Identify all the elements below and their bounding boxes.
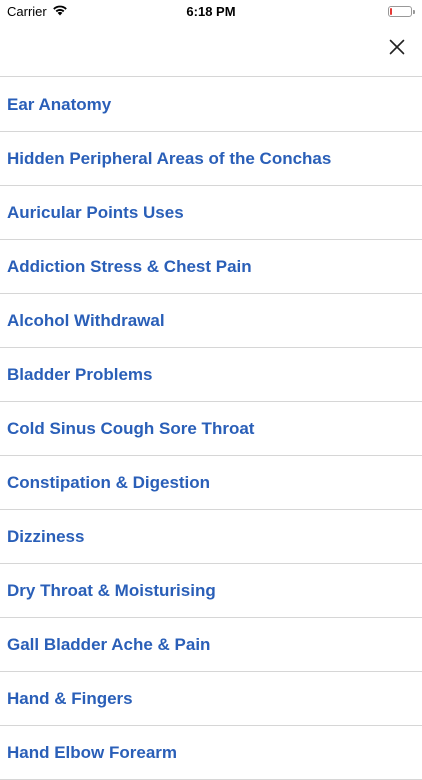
list-item[interactable]: Alcohol Withdrawal bbox=[0, 294, 422, 348]
topic-list: Ear Anatomy Hidden Peripheral Areas of th… bbox=[0, 78, 422, 780]
list-item[interactable]: Constipation & Digestion bbox=[0, 456, 422, 510]
list-item[interactable]: Hand & Fingers bbox=[0, 672, 422, 726]
wifi-icon bbox=[52, 4, 68, 19]
list-item[interactable]: Dizziness bbox=[0, 510, 422, 564]
status-time: 6:18 PM bbox=[186, 3, 236, 19]
nav-bar bbox=[0, 22, 422, 77]
list-item[interactable]: Auricular Points Uses bbox=[0, 186, 422, 240]
status-left: Carrier bbox=[7, 4, 68, 19]
status-bar: Carrier 6:18 PM bbox=[0, 0, 422, 22]
carrier-label: Carrier bbox=[7, 3, 47, 19]
list-item[interactable]: Addiction Stress & Chest Pain bbox=[0, 240, 422, 294]
list-item[interactable]: Bladder Problems bbox=[0, 348, 422, 402]
close-icon bbox=[389, 39, 405, 60]
battery-icon bbox=[388, 5, 415, 17]
battery-level bbox=[390, 7, 392, 15]
list-item[interactable]: Gall Bladder Ache & Pain bbox=[0, 618, 422, 672]
close-button[interactable] bbox=[382, 34, 412, 64]
list-item[interactable]: Dry Throat & Moisturising bbox=[0, 564, 422, 618]
list-item[interactable]: Hidden Peripheral Areas of the Conchas bbox=[0, 132, 422, 186]
list-item[interactable]: Cold Sinus Cough Sore Throat bbox=[0, 402, 422, 456]
list-item[interactable]: Ear Anatomy bbox=[0, 78, 422, 132]
list-item[interactable]: Hand Elbow Forearm bbox=[0, 726, 422, 780]
